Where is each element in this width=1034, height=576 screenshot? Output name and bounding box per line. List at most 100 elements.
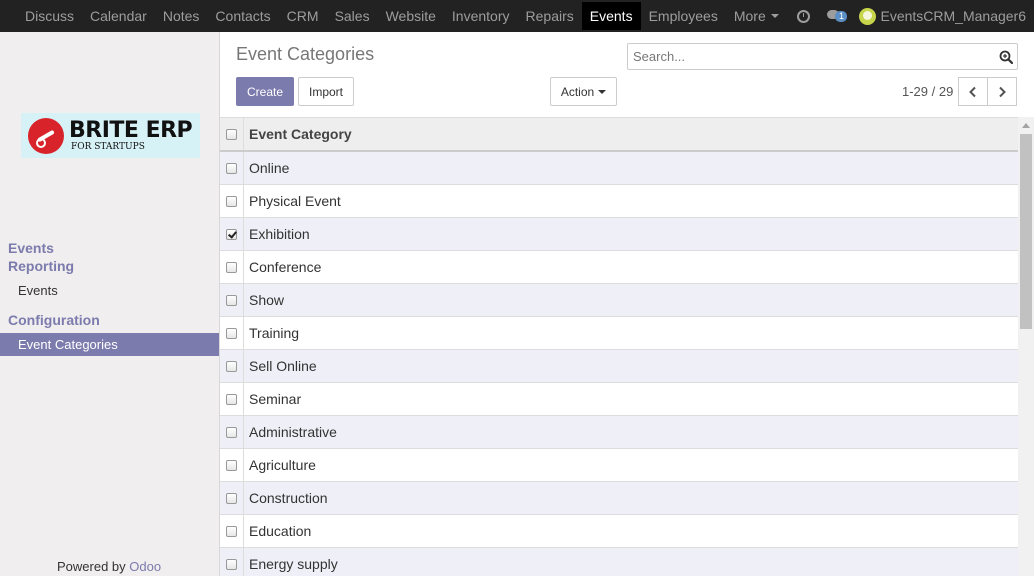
row-checkbox[interactable] [226, 525, 237, 537]
create-button[interactable]: Create [236, 77, 294, 106]
event-categories-list: Event Category Online Physical Event Exhib… [220, 117, 1018, 576]
row-checkbox[interactable] [226, 393, 237, 405]
row-checkbox[interactable] [226, 459, 237, 471]
row-event-category: Agriculture [249, 457, 316, 473]
powered-by-link[interactable]: Odoo [129, 559, 161, 574]
sidebar-section-reporting[interactable]: Reporting [8, 258, 74, 274]
row-event-category: Administrative [249, 424, 337, 440]
row-select-cell [220, 515, 244, 547]
list-scrollbar[interactable] [1018, 117, 1034, 576]
row-checkbox[interactable] [226, 162, 237, 174]
table-row[interactable]: Energy supply [220, 548, 1018, 576]
table-row[interactable]: Conference [220, 251, 1018, 284]
row-checkbox[interactable] [226, 261, 237, 273]
systray: 1 EventsCRM_Manager6 [797, 0, 1034, 32]
sidebar-section-configuration[interactable]: Configuration [8, 312, 100, 328]
row-checkbox[interactable] [226, 228, 237, 240]
menu-website[interactable]: Website [378, 0, 444, 32]
powered-by: Powered by Odoo [57, 559, 161, 574]
menu-sales[interactable]: Sales [327, 0, 378, 32]
row-checkbox[interactable] [226, 558, 237, 570]
menu-calendar[interactable]: Calendar [82, 0, 155, 32]
row-checkbox[interactable] [226, 360, 237, 372]
row-select-cell [220, 548, 244, 576]
row-select-cell [220, 416, 244, 448]
sidebar: BRITE ERP FOR STARTUPS Events Reporting … [0, 32, 220, 576]
pager-value[interactable]: 1-29 / 29 [902, 84, 953, 99]
row-select-cell [220, 185, 244, 217]
table-row[interactable]: Training [220, 317, 1018, 350]
sidebar-item-reporting-events[interactable]: Events [18, 283, 58, 298]
clock-icon[interactable] [797, 9, 811, 23]
menu-events[interactable]: Events [581, 2, 641, 30]
sidebar-section-events[interactable]: Events [8, 240, 54, 256]
menu-notes[interactable]: Notes [155, 0, 208, 32]
logo-brand: BRITE ERP [69, 117, 193, 143]
pager-previous-button[interactable] [958, 77, 988, 106]
row-event-category: Sell Online [249, 358, 317, 374]
scrollbar-thumb[interactable] [1020, 134, 1032, 329]
table-row[interactable]: Physical Event [220, 185, 1018, 218]
select-all-checkbox[interactable] [226, 128, 237, 140]
row-select-cell [220, 218, 244, 250]
table-row[interactable]: Administrative [220, 416, 1018, 449]
search-input[interactable] [628, 44, 978, 69]
table-row[interactable]: Sell Online [220, 350, 1018, 383]
table-row[interactable]: Exhibition [220, 218, 1018, 251]
logo-mark-icon [28, 117, 64, 154]
row-event-category: Energy supply [249, 556, 338, 572]
row-checkbox[interactable] [226, 294, 237, 306]
row-checkbox[interactable] [226, 195, 237, 207]
company-logo: BRITE ERP FOR STARTUPS [21, 113, 200, 158]
action-dropdown[interactable]: Action [550, 77, 617, 106]
chevron-right-icon [999, 86, 1006, 97]
menu-employees[interactable]: Employees [641, 0, 726, 32]
row-checkbox[interactable] [226, 327, 237, 339]
menu-crm[interactable]: CRM [279, 0, 327, 32]
chat-icon[interactable]: 1 [827, 9, 849, 23]
top-navbar: Discuss Calendar Notes Contacts CRM Sale… [0, 0, 1034, 32]
row-select-cell [220, 317, 244, 349]
menu-discuss[interactable]: Discuss [17, 0, 82, 32]
row-select-cell [220, 251, 244, 283]
row-select-cell [220, 152, 244, 184]
pager-next-button[interactable] [987, 77, 1017, 106]
menu-more[interactable]: More [726, 0, 787, 32]
row-select-cell [220, 482, 244, 514]
row-event-category: Physical Event [249, 193, 341, 209]
import-button[interactable]: Import [298, 77, 354, 106]
table-row[interactable]: Agriculture [220, 449, 1018, 482]
table-row[interactable]: Show [220, 284, 1018, 317]
search-icon[interactable] [999, 50, 1013, 64]
row-event-category: Online [249, 160, 290, 176]
row-event-category: Construction [249, 490, 328, 506]
column-header-event-category[interactable]: Event Category [249, 126, 352, 142]
table-row[interactable]: Seminar [220, 383, 1018, 416]
row-select-cell [220, 383, 244, 415]
sidebar-item-event-categories[interactable]: Event Categories [0, 333, 219, 356]
menu-contacts[interactable]: Contacts [207, 0, 278, 32]
row-event-category: Exhibition [249, 226, 310, 242]
avatar[interactable] [859, 7, 877, 25]
app-menu: Discuss Calendar Notes Contacts CRM Sale… [0, 0, 787, 32]
menu-repairs[interactable]: Repairs [518, 0, 582, 32]
row-checkbox[interactable] [226, 492, 237, 504]
list-header: Event Category [220, 118, 1018, 152]
chevron-left-icon [969, 86, 976, 97]
scroll-up-icon[interactable] [1022, 123, 1030, 128]
table-row[interactable]: Education [220, 515, 1018, 548]
select-all-cell [220, 118, 244, 150]
menu-inventory[interactable]: Inventory [444, 0, 518, 32]
logo-tagline: FOR STARTUPS [71, 141, 145, 152]
table-row[interactable]: Construction [220, 482, 1018, 515]
logo-text: BRITE ERP FOR STARTUPS [69, 117, 193, 152]
page-title: Event Categories [236, 44, 375, 64]
row-event-category: Conference [249, 259, 322, 275]
caret-down-icon [770, 14, 779, 18]
table-row[interactable]: Online [220, 152, 1018, 185]
user-menu[interactable]: EventsCRM_Manager6 [880, 8, 1034, 24]
row-event-category: Seminar [249, 391, 302, 407]
row-checkbox[interactable] [226, 426, 237, 438]
row-select-cell [220, 350, 244, 382]
row-event-category: Training [249, 325, 300, 341]
